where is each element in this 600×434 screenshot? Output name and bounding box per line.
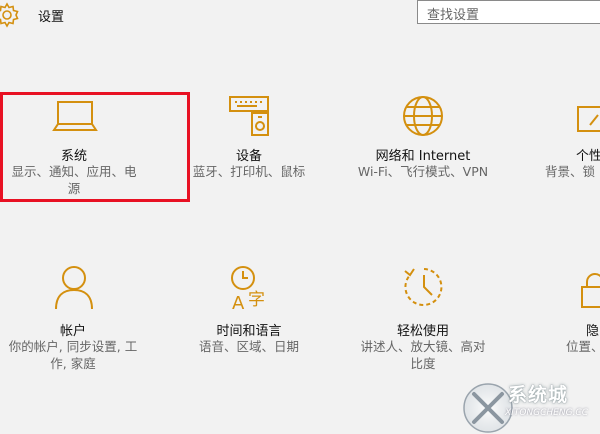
watermark-url: XITONGCHENG.CC: [505, 408, 588, 418]
devices-icon: [229, 96, 269, 136]
gear-icon: [0, 2, 19, 28]
tile-description: 讲述人、放大镜、高对: [360, 339, 486, 354]
tile-description: 背景、锁: [545, 164, 596, 179]
tile-name: 时间和语言: [216, 324, 282, 339]
svg-text:A: A: [232, 293, 245, 311]
tile-description: Wi-Fi、飞行模式、VPN: [357, 164, 489, 179]
tile-name: 隐: [586, 324, 600, 339]
tile-description: 位置、: [566, 339, 600, 354]
tile-ease-of-access[interactable]: 轻松使用 讲述人、放大镜、高对 比度: [334, 265, 512, 375]
tile-time-language[interactable]: A 字 时间和语言 语音、区域、日期: [160, 265, 338, 375]
tile-description: 蓝牙、打印机、鼠标: [192, 164, 306, 179]
tile-accounts[interactable]: 帐户 你的帐户, 同步设置, 工 作, 家庭: [0, 265, 150, 375]
tile-name: 帐户: [59, 324, 86, 339]
tile-name: 网络和 Internet: [375, 149, 471, 164]
tile-privacy[interactable]: 隐 位置、: [510, 265, 600, 375]
tile-devices[interactable]: 设备 蓝牙、打印机、鼠标: [160, 95, 338, 200]
ease-of-access-icon: [404, 268, 443, 306]
svg-text:字: 字: [248, 290, 265, 310]
tile-description: 你的帐户, 同步设置, 工: [8, 339, 138, 354]
watermark-brand: 系统城: [508, 384, 569, 406]
tile-name: 轻松使用: [396, 324, 449, 339]
globe-icon: [403, 96, 443, 136]
person-icon: [55, 266, 93, 310]
time-language-icon: A 字: [231, 266, 265, 311]
tile-description: 比度: [410, 356, 436, 371]
tile-description: 语音、区域、日期: [198, 339, 299, 354]
tile-network[interactable]: 网络和 Internet Wi-Fi、飞行模式、VPN: [334, 95, 512, 200]
personalization-icon: [577, 106, 600, 132]
tile-name: 设备: [235, 149, 262, 164]
search-input[interactable]: 查找设置: [417, 0, 600, 24]
tile-description: 作, 家庭: [50, 356, 96, 371]
privacy-icon: [581, 273, 600, 308]
tile-personalization[interactable]: 个性 背景、锁: [510, 95, 600, 200]
tile-name: 个性: [576, 149, 600, 164]
page-title: 设置: [38, 10, 65, 25]
